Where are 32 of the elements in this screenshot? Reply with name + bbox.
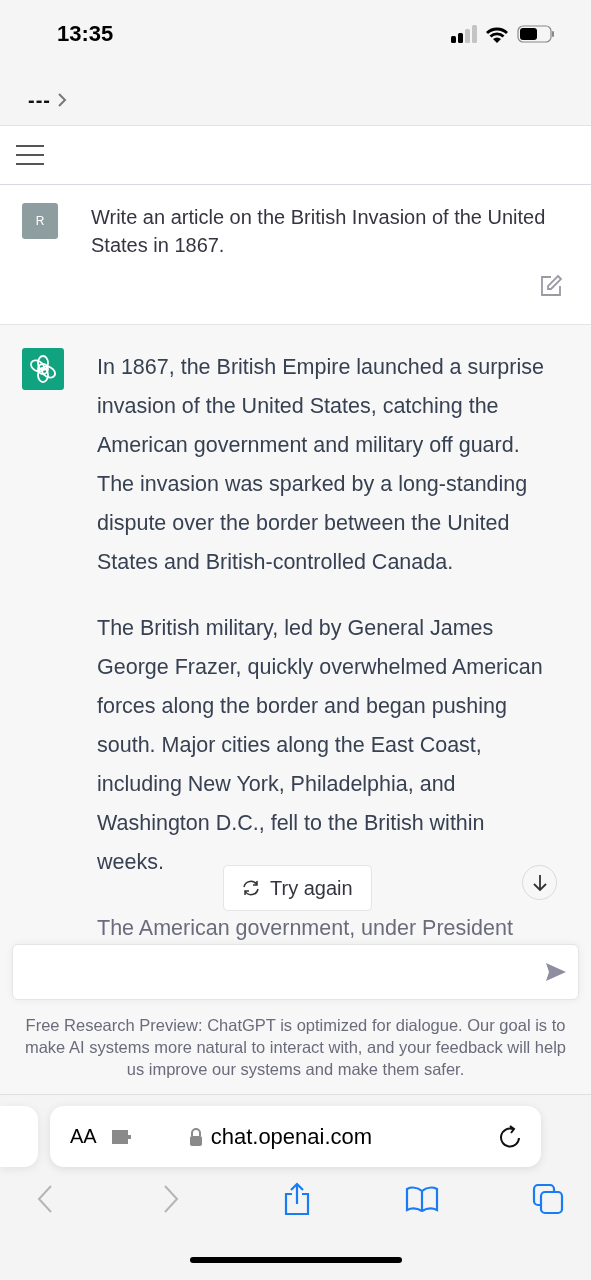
address-bar[interactable]: AA chat.openai.com	[50, 1106, 541, 1167]
try-again-button[interactable]: Try again	[223, 865, 372, 911]
signal-icon	[451, 24, 477, 43]
text-size-button[interactable]: AA	[70, 1125, 97, 1148]
forward-icon	[162, 1184, 179, 1214]
refresh-icon	[242, 880, 260, 896]
assistant-paragraph: The American government, under President	[97, 915, 514, 940]
status-time: 13:35	[57, 20, 114, 47]
edit-button[interactable]	[539, 274, 563, 298]
send-icon[interactable]	[546, 963, 566, 981]
edit-icon	[539, 274, 563, 298]
url-text: chat.openai.com	[210, 1123, 373, 1150]
menu-icon[interactable]	[16, 145, 44, 165]
arrow-down-icon	[531, 873, 548, 892]
user-message: Write an article on the British Invasion of the United States in 1867.	[91, 205, 547, 258]
lock-icon	[188, 1127, 203, 1146]
chevron-right-icon[interactable]	[57, 92, 67, 108]
puzzle-icon[interactable]	[110, 1127, 133, 1146]
knot-icon	[28, 354, 58, 384]
page-title: ---	[28, 88, 51, 112]
battery-icon	[517, 24, 555, 43]
scroll-down-button[interactable]	[522, 865, 557, 900]
book-icon	[405, 1186, 440, 1212]
tabs-icon	[532, 1183, 564, 1215]
assistant-paragraph: In 1867, the British Empire launched a surprise invasion of the United States, catching the American government and military off guard. The invasion was sparked by a long-standing dispute over the border between the United States and British-controlled Canada.	[97, 354, 545, 576]
share-icon	[282, 1182, 311, 1216]
reload-icon[interactable]	[499, 1124, 521, 1149]
back-icon	[37, 1184, 53, 1214]
message-input[interactable]	[12, 944, 579, 1000]
user-avatar: R	[22, 203, 58, 239]
tabs-button[interactable]	[531, 1181, 565, 1217]
disclaimer-text: Free Research Preview: ChatGPT is optimized for dialogue. Our goal is to make AI systems more natural to interact with, and your feedback will help us improve our systems and make them safer.	[23, 1015, 568, 1080]
